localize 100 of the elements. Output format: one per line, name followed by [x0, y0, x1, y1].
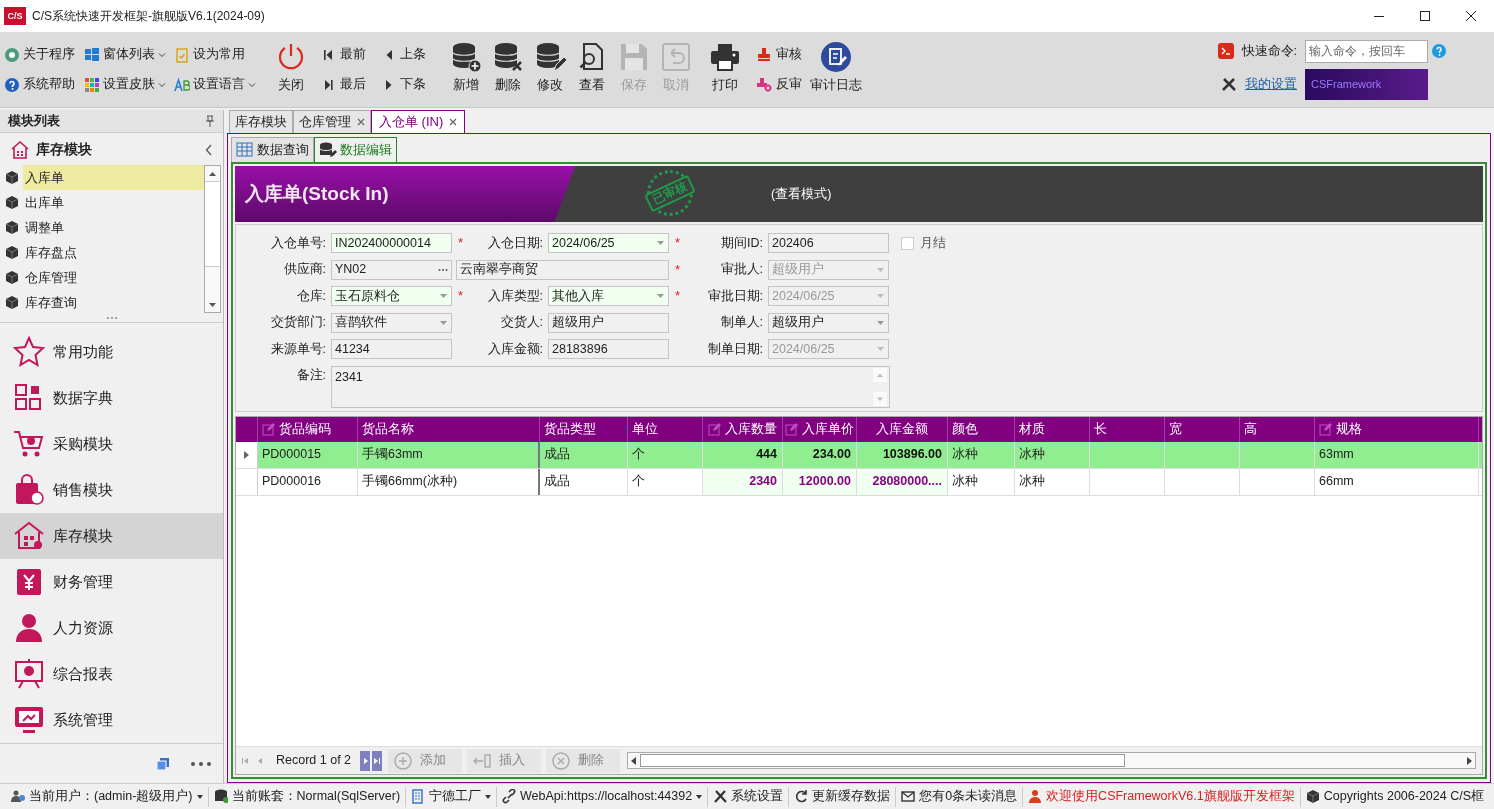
column-header[interactable]: 货品编码 [258, 416, 358, 442]
menu-button[interactable]: 系统帮助 [4, 74, 84, 95]
column-header[interactable]: 材质 [1015, 416, 1090, 442]
status-item[interactable]: 宁德工厂 [405, 786, 497, 807]
toolbar-button[interactable]: 关闭 [269, 38, 313, 101]
table-cell: 2340 [703, 468, 783, 495]
dropdown-field[interactable]: 2024/06/25 [548, 233, 669, 253]
checkbox-box[interactable] [901, 236, 914, 250]
nav-button[interactable]: 下条 [383, 74, 443, 95]
last-button[interactable] [372, 750, 383, 771]
text-field[interactable]: 28183896 [548, 339, 669, 359]
audit-button[interactable]: 反审 [757, 74, 802, 95]
windows-icon [84, 46, 100, 63]
table-row[interactable]: PD000016 手镯66mm(冰种) 成品 个 2340 12000.00 28080000.... 冰种 冰种 66mm [236, 468, 1482, 496]
dropdown-field[interactable]: 其他入库 [548, 286, 669, 306]
caret-icon [196, 794, 203, 799]
module-item[interactable]: 销售模块 [0, 467, 223, 513]
nav-button[interactable]: 最后 [323, 74, 383, 95]
text-field[interactable]: 超级用户 [548, 312, 669, 333]
text-field[interactable]: 202406 [768, 233, 889, 253]
view-tab[interactable]: 数据查询 [231, 137, 314, 162]
column-header[interactable]: 单位 [628, 416, 703, 442]
toolbar-button[interactable]: 删除 [487, 38, 529, 101]
document-tab[interactable]: 仓库管理 [293, 110, 371, 133]
status-item[interactable]: 更新缓存数据 [788, 786, 896, 807]
text-field[interactable]: 41234 [331, 339, 452, 359]
column-header[interactable]: 宽 [1165, 416, 1240, 442]
tree-item[interactable]: 库存盘点 [23, 240, 204, 265]
toolbar-button[interactable]: 修改 [529, 38, 571, 101]
audit-button[interactable]: 审核 [757, 44, 802, 65]
module-item[interactable]: 常用功能 [0, 329, 223, 375]
cube-icon [5, 195, 19, 210]
nav-button[interactable]: 最前 [323, 44, 383, 65]
tree-item[interactable]: 调整单 [23, 215, 204, 240]
module-item[interactable]: 财务管理 [0, 559, 223, 605]
menu-button[interactable]: 关于程序 [4, 44, 84, 65]
last-icon [373, 755, 382, 766]
column-header[interactable]: 货品名称 [358, 416, 540, 442]
dropdown-field[interactable]: 喜鹊软件 [331, 312, 452, 333]
settings-link[interactable]: 我的设置 [1245, 74, 1297, 94]
view-tab[interactable]: 数据编辑 [314, 137, 397, 162]
cube-icon [5, 270, 19, 285]
menu-button[interactable]: 设为常用 [174, 44, 266, 65]
module-item[interactable]: 综合报表 [0, 651, 223, 697]
toolbar-button[interactable]: 查看 [571, 38, 613, 101]
module-item[interactable]: 数据字典 [0, 375, 223, 421]
column-header[interactable]: 入库数量 [703, 416, 783, 442]
status-item[interactable]: WebApi:https://localhost:44392 [496, 786, 708, 807]
field-label: 供应商: [282, 261, 327, 279]
dropdown-field[interactable]: 玉石原料仓 [331, 286, 452, 306]
status-item[interactable]: 当前账套：Normal(SqlServer) [207, 786, 406, 807]
command-field[interactable]: 输入命令，按回车 [1305, 39, 1428, 63]
field-label: 仓库: [295, 287, 327, 305]
status-item[interactable]: 系统设置 [707, 786, 789, 807]
dropdown-field[interactable]: 超级用户 [768, 312, 889, 333]
next-button[interactable] [360, 750, 371, 771]
caret-icon [158, 80, 166, 89]
panel-title: 模块列表 [8, 112, 60, 130]
document-tab[interactable]: 库存模块 [229, 110, 293, 133]
horizontal-scrollbar[interactable] [627, 752, 1476, 769]
column-header[interactable]: 颜色 [948, 416, 1015, 442]
module-item[interactable]: 采购模块 [0, 421, 223, 467]
toolbar-button[interactable]: 打印 [703, 38, 747, 101]
column-header[interactable]: 入库金额 [857, 416, 948, 442]
column-header[interactable]: 入库单价 [783, 416, 857, 442]
pin-icon [205, 115, 215, 127]
toolbar-button[interactable]: 新增 [445, 38, 487, 101]
menu-button[interactable]: 设置语言 [174, 74, 266, 95]
status-item[interactable]: 欢迎使用CSFrameworkV6.1旗舰版开发框架 [1022, 786, 1300, 807]
module-item[interactable]: 系统管理 [0, 697, 223, 743]
checkbox[interactable]: 月结 [901, 233, 946, 253]
column-header[interactable]: 长 [1090, 416, 1165, 442]
text-field[interactable]: IN202400000014 [331, 233, 452, 253]
edit-icon [785, 422, 798, 436]
last-icon [323, 77, 334, 92]
lookup-field[interactable]: YN02 [331, 259, 452, 280]
module-item[interactable]: 人力资源 [0, 605, 223, 651]
scrollbar[interactable] [204, 165, 221, 313]
module-item[interactable]: 库存模块 [0, 513, 223, 559]
tree-item[interactable]: 库存查询 [23, 290, 204, 315]
table-row[interactable]: PD000015 手镯63mm 成品 个 444 234.00 103896.00 冰种 冰种 63mm [236, 441, 1482, 469]
column-header[interactable]: 规格 [1315, 416, 1479, 442]
menu-button[interactable]: 设置皮肤 [84, 74, 174, 95]
tree-item[interactable]: 入库单 [23, 165, 204, 190]
status-item[interactable]: Copyrights 2006-2024 C/S框 [1299, 786, 1489, 807]
column-header[interactable]: 货品类型 [540, 416, 628, 442]
status-item[interactable]: 您有0条未读消息 [895, 786, 1023, 807]
memo-field[interactable]: 2341 [331, 365, 890, 408]
menu-button[interactable]: 窗体列表 [84, 44, 174, 65]
star-icon [13, 336, 45, 368]
column-header[interactable]: 高 [1240, 416, 1315, 442]
table-cell: 个 [628, 441, 703, 468]
toolbar-button[interactable]: 审计日志 [810, 38, 862, 101]
tree-item[interactable]: 仓库管理 [23, 265, 204, 290]
tree-item[interactable]: 出库单 [23, 190, 204, 215]
database-icon [213, 789, 228, 804]
status-item[interactable]: 当前用户：(admin-超级用户) [6, 786, 208, 807]
nav-button[interactable]: 上条 [383, 44, 443, 65]
grip-icon [105, 315, 118, 320]
document-tab[interactable]: 入仓单 (IN) [371, 110, 466, 133]
